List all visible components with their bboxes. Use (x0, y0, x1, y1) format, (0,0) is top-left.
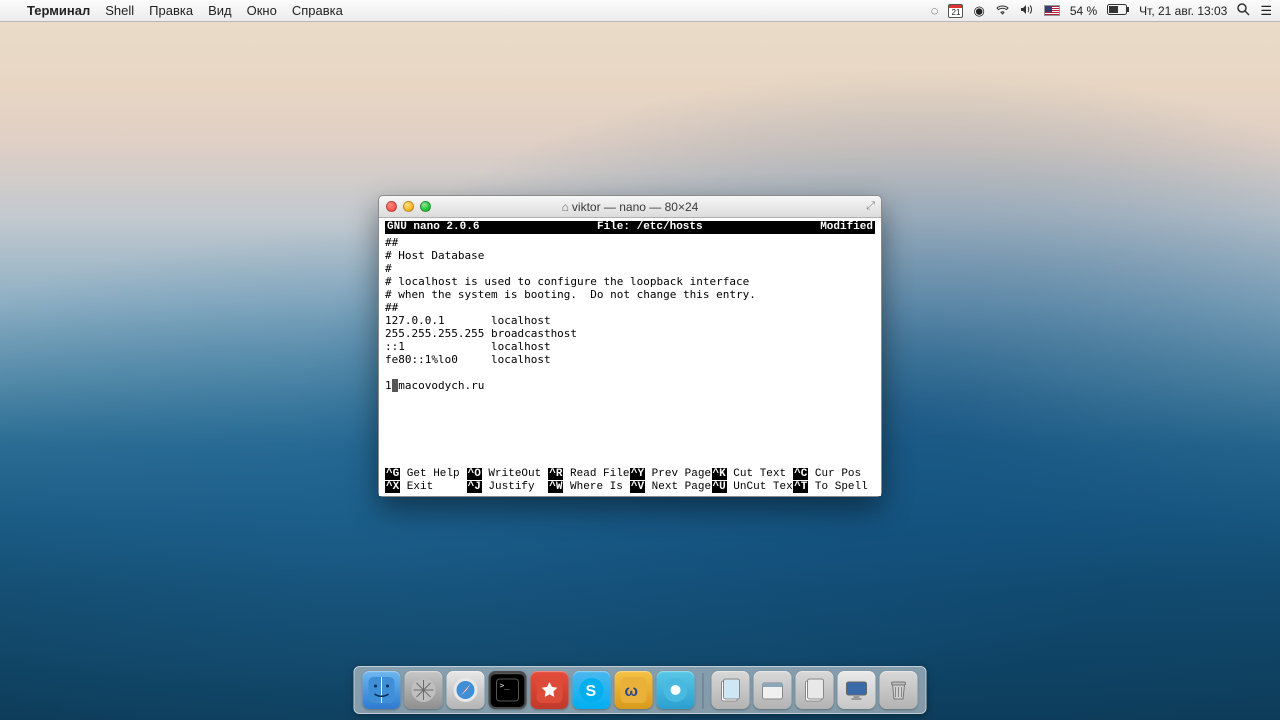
window-title: ⌂viktor — nano — 80×24 (379, 200, 881, 214)
dock-downloads-icon[interactable] (754, 671, 792, 709)
dock-wacom-icon[interactable]: ω (615, 671, 653, 709)
home-icon: ⌂ (562, 200, 569, 214)
shortcut-key: ^G (385, 468, 400, 480)
shortcut-label: Prev Page (645, 468, 718, 480)
record-icon[interactable]: ◉ (973, 3, 984, 19)
dock: >_ S ω (354, 666, 927, 714)
file-line-tail: macovodych.ru (398, 379, 484, 392)
dock-terminal-icon[interactable]: >_ (489, 671, 527, 709)
file-line: 1 (385, 379, 392, 392)
shortcut-key: ^T (793, 481, 808, 493)
file-line: 127.0.0.1 localhost (385, 314, 551, 327)
shortcut-label: Cur Pos (808, 468, 861, 480)
dock-display-icon[interactable] (838, 671, 876, 709)
file-line: ## (385, 236, 398, 249)
spotlight-icon[interactable] (1237, 3, 1250, 19)
dock-skype-icon[interactable]: S (573, 671, 611, 709)
zoom-button[interactable] (420, 201, 431, 212)
nano-version: GNU nano 2.0.6 (387, 221, 479, 234)
shortcut-key: ^W (548, 481, 563, 493)
nano-modified-indicator: Modified (820, 221, 873, 234)
dock-safari-icon[interactable] (447, 671, 485, 709)
nano-titlebar: GNU nano 2.0.6 File: /etc/hosts Modified (385, 221, 875, 234)
file-line: fe80::1%lo0 localhost (385, 353, 551, 366)
shortcut-key: ^V (630, 481, 645, 493)
dock-launchpad-icon[interactable] (405, 671, 443, 709)
shortcut-key: ^O (467, 468, 482, 480)
menu-view[interactable]: Вид (208, 3, 232, 18)
svg-text:ω: ω (625, 683, 639, 700)
app-menu[interactable]: Терминал (27, 3, 90, 18)
file-line: 255.255.255.255 broadcasthost (385, 327, 577, 340)
shortcut-key: ^Y (630, 468, 645, 480)
menu-help[interactable]: Справка (292, 3, 343, 18)
dock-folder-icon[interactable] (796, 671, 834, 709)
dock-finder-icon[interactable] (363, 671, 401, 709)
shortcut-key: ^C (793, 468, 808, 480)
shortcut-key: ^U (712, 481, 727, 493)
menu-window[interactable]: Окно (247, 3, 277, 18)
shortcut-label: Exit (400, 481, 473, 493)
notification-center-icon[interactable]: ☰ (1260, 3, 1272, 19)
shortcut-label: Next Page (645, 481, 718, 493)
shortcut-key: ^X (385, 481, 400, 493)
calendar-day: 21 (952, 8, 961, 17)
nano-filename: File: /etc/hosts (479, 221, 820, 234)
file-line: ::1 localhost (385, 340, 551, 353)
file-line: # localhost is used to configure the loo… (385, 275, 749, 288)
shortcut-label: To Spell (808, 481, 867, 493)
file-line: # when the system is booting. Do not cha… (385, 288, 756, 301)
input-source-flag-icon[interactable] (1044, 5, 1060, 16)
shortcut-label: Get Help (400, 468, 473, 480)
shortcut-label: Justify (482, 481, 555, 493)
dock-wunderlist-icon[interactable] (531, 671, 569, 709)
shortcut-key: ^K (712, 468, 727, 480)
fullscreen-icon[interactable]: ⤢ (866, 200, 875, 213)
terminal-window: ⌂viktor — nano — 80×24 ⤢ GNU nano 2.0.6 … (378, 195, 882, 497)
battery-icon[interactable] (1107, 3, 1129, 18)
wifi-icon[interactable] (995, 3, 1010, 18)
battery-percentage[interactable]: 54 % (1070, 4, 1097, 18)
file-line: # Host Database (385, 249, 484, 262)
close-button[interactable] (386, 201, 397, 212)
dock-separator (703, 673, 704, 709)
terminal-content[interactable]: GNU nano 2.0.6 File: /etc/hosts Modified… (379, 218, 881, 496)
nano-shortcut-bar: ^G Get Help ^O WriteOut ^R Read File ^Y … (385, 468, 875, 494)
shortcut-label: Cut Text (727, 468, 800, 480)
window-titlebar[interactable]: ⌂viktor — nano — 80×24 ⤢ (379, 196, 881, 218)
shortcut-key: ^J (467, 481, 482, 493)
dock-documents-icon[interactable] (712, 671, 750, 709)
volume-icon[interactable] (1020, 3, 1034, 18)
file-line: ## (385, 301, 398, 314)
shortcut-key: ^R (548, 468, 563, 480)
dock-app-icon[interactable] (657, 671, 695, 709)
sync-icon[interactable]: ◌ (931, 3, 939, 18)
window-title-text: viktor — nano — 80×24 (572, 200, 698, 214)
svg-text:>_: >_ (500, 681, 510, 690)
shortcut-label: Read File (563, 468, 636, 480)
menu-bar: Терминал Shell Правка Вид Окно Справка ◌… (0, 0, 1280, 22)
dock-trash-icon[interactable] (880, 671, 918, 709)
clock[interactable]: Чт, 21 авг. 13:03 (1139, 4, 1227, 18)
shortcut-label: Where Is (563, 481, 636, 493)
menu-shell[interactable]: Shell (105, 3, 134, 18)
shortcut-label: WriteOut (482, 468, 555, 480)
svg-text:S: S (586, 683, 597, 700)
file-line: # (385, 262, 392, 275)
shortcut-label: UnCut Text (727, 481, 800, 493)
calendar-menubar-icon[interactable]: 21 (948, 4, 963, 18)
menu-edit[interactable]: Правка (149, 3, 193, 18)
nano-editor-body[interactable]: ## # Host Database # # localhost is used… (385, 234, 875, 468)
minimize-button[interactable] (403, 201, 414, 212)
